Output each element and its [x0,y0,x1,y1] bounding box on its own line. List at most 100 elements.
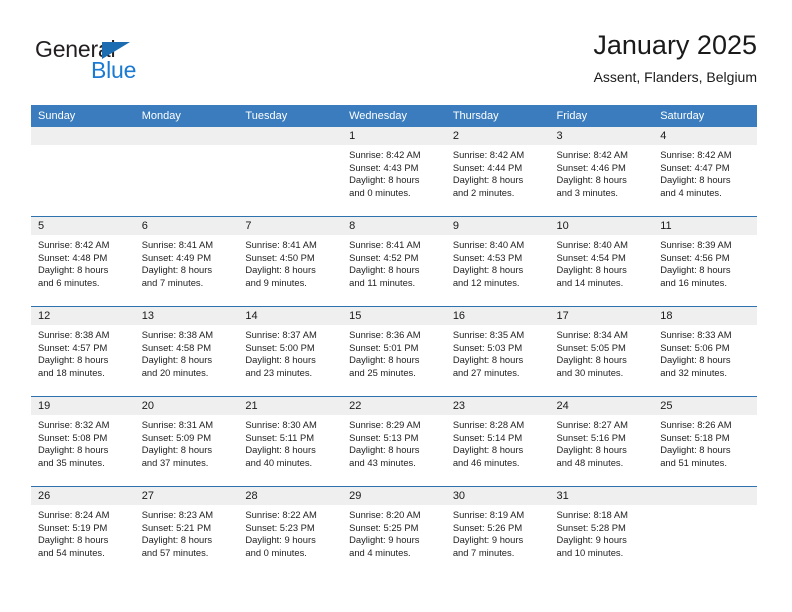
calendar-day-cell[interactable]: 3 Sunrise: 8:42 AM Sunset: 4:46 PM Daylight… [549,127,654,217]
day-number: 16 [445,307,550,325]
sunset-time: Sunset: 5:08 PM [38,431,108,443]
daylight-duration-line1: Daylight: 8 hours [452,174,524,186]
daylight-duration-line2: and 54 minutes. [38,546,105,558]
daylight-duration-line2: and 4 minutes. [349,546,411,558]
sunset-time: Sunset: 4:56 PM [660,251,730,263]
day-details: Sunrise: 8:26 AM Sunset: 5:18 PM Daylight:… [653,415,757,469]
calendar-day-cell[interactable]: 11 Sunrise: 8:39 AM Sunset: 4:56 PM Dayligh… [653,216,757,307]
calendar-day-cell[interactable]: 9 Sunrise: 8:40 AM Sunset: 4:53 PM Daylight… [445,216,550,307]
sunset-time: Sunset: 5:16 PM [556,431,626,443]
sunset-time: Sunset: 5:19 PM [38,521,108,533]
daylight-duration-line1: Daylight: 8 hours [245,444,316,456]
daylight-duration-line2: and 12 minutes. [452,276,520,288]
calendar-day-cell[interactable]: 2 Sunrise: 8:42 AM Sunset: 4:44 PM Daylight… [445,127,550,217]
calendar-day-cell[interactable]: 31 Sunrise: 8:18 AM Sunset: 5:28 PM Dayligh… [549,486,654,576]
sunrise-time: Sunrise: 8:34 AM [556,329,628,340]
calendar-day-cell[interactable]: 5 Sunrise: 8:42 AM Sunset: 4:48 PM Daylight… [31,216,135,307]
calendar-day-cell[interactable]: 20 Sunrise: 8:31 AM Sunset: 5:09 PM Dayligh… [134,396,239,487]
day-number: 4 [653,127,757,145]
daylight-duration-line1: Daylight: 8 hours [660,264,731,276]
day-number: 10 [549,217,654,235]
daylight-duration-line1: Daylight: 8 hours [38,264,109,276]
sunset-time: Sunset: 5:23 PM [245,521,315,533]
sunrise-time: Sunrise: 8:29 AM [349,419,421,430]
sunset-time: Sunset: 5:13 PM [349,431,419,443]
daylight-duration-line2: and 46 minutes. [452,456,520,468]
calendar-day-cell[interactable]: 27 Sunrise: 8:23 AM Sunset: 5:21 PM Dayligh… [134,486,239,576]
page-subtitle: Assent, Flanders, Belgium [593,69,757,85]
day-cell-inner: 1 Sunrise: 8:42 AM Sunset: 4:43 PM Daylight… [342,127,446,216]
day-cell-inner: 31 Sunrise: 8:18 AM Sunset: 5:28 PM Dayligh… [549,487,654,576]
sunrise-time: Sunrise: 8:19 AM [452,509,525,520]
calendar-week-row: 5 Sunrise: 8:42 AM Sunset: 4:48 PM Daylight… [31,216,757,307]
day-number: 28 [238,487,343,505]
calendar-day-cell[interactable]: 4 Sunrise: 8:42 AM Sunset: 4:47 PM Daylight… [653,127,757,217]
daylight-duration-line1: Daylight: 8 hours [556,444,627,456]
calendar-day-cell[interactable]: 13 Sunrise: 8:38 AM Sunset: 4:58 PM Dayligh… [134,306,239,397]
calendar-day-cell[interactable]: 29 Sunrise: 8:20 AM Sunset: 5:25 PM Dayligh… [342,486,446,576]
calendar-day-cell[interactable]: 6 Sunrise: 8:41 AM Sunset: 4:49 PM Daylight… [134,216,239,307]
day-cell-inner: 2 Sunrise: 8:42 AM Sunset: 4:44 PM Daylight… [445,127,550,216]
day-cell-inner: 19 Sunrise: 8:32 AM Sunset: 5:08 PM Dayligh… [31,397,135,486]
calendar-day-cell[interactable]: 14 Sunrise: 8:37 AM Sunset: 5:00 PM Dayligh… [238,306,343,397]
daylight-duration-line2: and 0 minutes. [245,546,307,558]
day-number: 24 [549,397,654,415]
sunrise-time: Sunrise: 8:35 AM [452,329,525,340]
calendar-header-row: Sunday Monday Tuesday Wednesday Thursday… [31,105,757,127]
day-cell-inner: 6 Sunrise: 8:41 AM Sunset: 4:49 PM Daylight… [134,217,239,306]
daylight-duration-line1: Daylight: 8 hours [349,174,420,186]
daylight-duration-line1: Daylight: 8 hours [141,534,213,546]
daylight-duration-line1: Daylight: 8 hours [38,534,109,546]
calendar-week-row: 1 Sunrise: 8:42 AM Sunset: 4:43 PM Daylight… [31,127,757,217]
sunset-time: Sunset: 4:47 PM [660,161,730,173]
page-header: General Blue January 2025 Assent, Flande… [35,28,757,98]
daylight-duration-line2: and 57 minutes. [141,546,209,558]
sunset-time: Sunset: 4:48 PM [38,251,108,263]
calendar-day-cell[interactable]: 19 Sunrise: 8:32 AM Sunset: 5:08 PM Dayligh… [31,396,135,487]
daylight-duration-line1: Daylight: 8 hours [349,444,420,456]
day-details: Sunrise: 8:40 AM Sunset: 4:53 PM Daylight:… [446,235,550,289]
day-number: 13 [134,307,239,325]
calendar-day-cell[interactable]: 16 Sunrise: 8:35 AM Sunset: 5:03 PM Dayligh… [445,306,550,397]
sunrise-time: Sunrise: 8:27 AM [556,419,628,430]
day-number: 27 [134,487,239,505]
day-cell-inner [653,487,757,576]
sunset-time: Sunset: 4:46 PM [556,161,626,173]
daylight-duration-line2: and 27 minutes. [452,366,520,378]
calendar-day-cell[interactable]: 23 Sunrise: 8:28 AM Sunset: 5:14 PM Dayligh… [445,396,550,487]
daylight-duration-line2: and 2 minutes. [452,186,515,198]
calendar-day-cell[interactable]: 25 Sunrise: 8:26 AM Sunset: 5:18 PM Dayligh… [653,396,757,487]
day-cell-inner: 26 Sunrise: 8:24 AM Sunset: 5:19 PM Dayligh… [31,487,135,576]
day-cell-inner: 27 Sunrise: 8:23 AM Sunset: 5:21 PM Dayligh… [134,487,239,576]
daylight-duration-line1: Daylight: 8 hours [349,354,420,366]
calendar-day-cell[interactable]: 26 Sunrise: 8:24 AM Sunset: 5:19 PM Dayligh… [31,486,135,576]
day-details: Sunrise: 8:30 AM Sunset: 5:11 PM Daylight:… [238,415,342,469]
calendar-day-cell[interactable]: 18 Sunrise: 8:33 AM Sunset: 5:06 PM Dayligh… [653,306,757,397]
calendar-day-cell[interactable]: 1 Sunrise: 8:42 AM Sunset: 4:43 PM Daylight… [342,127,446,217]
calendar-day-cell[interactable]: 10 Sunrise: 8:40 AM Sunset: 4:54 PM Dayligh… [549,216,654,307]
day-number: 11 [653,217,757,235]
daylight-duration-line2: and 25 minutes. [349,366,416,378]
calendar-day-cell[interactable]: 28 Sunrise: 8:22 AM Sunset: 5:23 PM Dayligh… [238,486,343,576]
title-block: January 2025 Assent, Flanders, Belgium [593,28,757,88]
calendar-day-cell[interactable]: 22 Sunrise: 8:29 AM Sunset: 5:13 PM Dayligh… [342,396,446,487]
calendar-day-cell[interactable]: 17 Sunrise: 8:34 AM Sunset: 5:05 PM Dayligh… [549,306,654,397]
daylight-duration-line2: and 30 minutes. [556,366,624,378]
day-details: Sunrise: 8:28 AM Sunset: 5:14 PM Daylight:… [446,415,550,469]
brand-logo[interactable]: General Blue [35,36,215,92]
day-cell-inner: 10 Sunrise: 8:40 AM Sunset: 4:54 PM Dayligh… [549,217,654,306]
calendar-day-cell[interactable]: 8 Sunrise: 8:41 AM Sunset: 4:52 PM Daylight… [342,216,446,307]
calendar-day-cell[interactable]: 21 Sunrise: 8:30 AM Sunset: 5:11 PM Dayligh… [238,396,343,487]
calendar-day-cell[interactable]: 12 Sunrise: 8:38 AM Sunset: 4:57 PM Dayligh… [31,306,135,397]
daylight-duration-line2: and 20 minutes. [141,366,209,378]
daylight-duration-line1: Daylight: 8 hours [141,264,213,276]
calendar-day-cell[interactable]: 15 Sunrise: 8:36 AM Sunset: 5:01 PM Dayligh… [342,306,446,397]
day-details: Sunrise: 8:33 AM Sunset: 5:06 PM Daylight:… [653,325,757,379]
calendar-day-cell[interactable]: 7 Sunrise: 8:41 AM Sunset: 4:50 PM Daylight… [238,216,343,307]
day-details: Sunrise: 8:42 AM Sunset: 4:48 PM Daylight:… [31,235,135,289]
day-details: Sunrise: 8:22 AM Sunset: 5:23 PM Daylight:… [238,505,342,559]
calendar-day-cell[interactable]: 30 Sunrise: 8:19 AM Sunset: 5:26 PM Dayligh… [445,486,550,576]
day-cell-inner: 22 Sunrise: 8:29 AM Sunset: 5:13 PM Dayligh… [342,397,446,486]
calendar-day-cell[interactable]: 24 Sunrise: 8:27 AM Sunset: 5:16 PM Dayligh… [549,396,654,487]
day-details: Sunrise: 8:39 AM Sunset: 4:56 PM Daylight:… [653,235,757,289]
